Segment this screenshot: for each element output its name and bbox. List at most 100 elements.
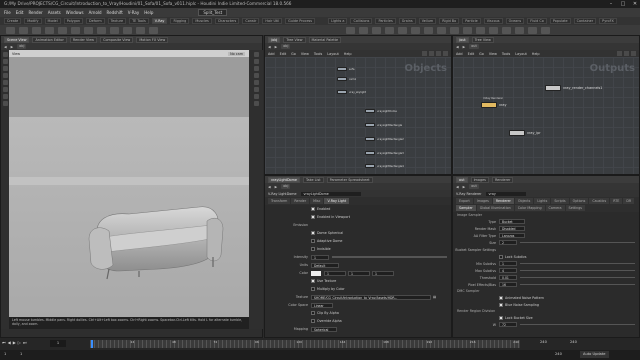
tab-images[interactable]: Images xyxy=(470,176,489,183)
tab-sampler[interactable]: Sampler xyxy=(456,205,476,211)
tab-out[interactable]: out xyxy=(456,176,468,183)
tab-settings[interactable]: Settings xyxy=(565,205,586,211)
grid-icon[interactable] xyxy=(253,80,259,85)
tab-tree-view[interactable]: Tree View xyxy=(283,36,306,43)
tab-scene-view[interactable]: Scene View xyxy=(4,36,30,43)
adaptive-dome-checkbox[interactable] xyxy=(311,239,315,243)
shelf-tab-te-tools[interactable]: TE Tools xyxy=(129,18,149,24)
back-icon[interactable]: ◀ xyxy=(268,185,271,189)
filter-size-field[interactable]: 2 xyxy=(499,240,517,245)
maximize-icon[interactable]: □ xyxy=(620,1,626,7)
shelf-tab-particles[interactable]: Particles xyxy=(375,18,396,24)
menu-add[interactable]: Add xyxy=(268,52,275,56)
color-b-field[interactable]: 1 xyxy=(372,270,394,276)
animated-noise-checkbox[interactable] xyxy=(499,295,503,300)
tab-images[interactable]: Images xyxy=(473,198,492,204)
node-name-field[interactable]: vrayLightDome xyxy=(300,191,361,196)
path-chip-out[interactable]: out xyxy=(469,44,479,49)
shelf-tool-icon[interactable] xyxy=(489,26,498,34)
shelf-tool-icon[interactable] xyxy=(136,26,145,34)
shelf-tab-container[interactable]: Container xyxy=(573,18,597,24)
threshold-field[interactable]: 0.01 xyxy=(499,275,517,280)
menu-layout[interactable]: Layout xyxy=(327,52,339,56)
select-tool-icon[interactable] xyxy=(2,52,8,57)
shelf-tool-icon[interactable] xyxy=(372,26,381,34)
shelf-tool-icon[interactable] xyxy=(84,26,93,34)
file-chooser-icon[interactable]: ▤ xyxy=(433,295,436,299)
toolbar-icon[interactable] xyxy=(429,51,434,56)
forward-icon[interactable]: ▶ xyxy=(275,185,278,189)
node-vray[interactable]: vray xyxy=(481,102,507,108)
blue-noise-checkbox[interactable] xyxy=(499,302,503,307)
shelf-tab-grains[interactable]: Grains xyxy=(398,18,416,24)
timeline-ruler[interactable]: 1 24 48 72 96 120 144 168 192 216 240 xyxy=(90,340,520,348)
lock-bucket-size-checkbox[interactable] xyxy=(499,315,503,320)
color-r-field[interactable]: 1 xyxy=(324,270,346,276)
view-tool-icon[interactable] xyxy=(2,94,8,99)
forward-icon[interactable]: ▶ xyxy=(463,185,466,189)
threshold-slider[interactable] xyxy=(520,276,635,279)
tab-parameter-spreadsheet[interactable]: Parameter Spreadsheet xyxy=(326,176,373,183)
min-subdivs-slider[interactable] xyxy=(520,262,635,265)
tab-export[interactable]: Export xyxy=(456,198,473,204)
clip-by-alpha-checkbox[interactable] xyxy=(311,311,315,315)
intensity-slider[interactable] xyxy=(332,256,447,258)
shading-icon[interactable] xyxy=(253,66,259,71)
tab-animation-editor[interactable]: Animation Editor xyxy=(32,36,67,43)
sampler-type-dropdown[interactable]: Bucket xyxy=(499,219,525,224)
3d-viewport[interactable]: View No cam xyxy=(9,50,249,317)
camera-icon[interactable] xyxy=(253,94,259,99)
shelf-tab-rigid-bodies[interactable]: Rigid Bo xyxy=(439,18,460,24)
tab-scripts[interactable]: Scripts xyxy=(551,198,569,204)
tab-render-view[interactable]: Render View xyxy=(69,36,98,43)
close-icon[interactable]: ✕ xyxy=(632,1,638,7)
node-vray-render-channels1[interactable]: vray_render_channels1 xyxy=(545,85,602,91)
tab-material-palette[interactable]: Material Palette xyxy=(308,36,342,43)
tab-transform[interactable]: Transform xyxy=(268,198,291,204)
node-vraylightrectangle2[interactable]: vrayLightRectangle2 xyxy=(365,137,404,141)
shelf-tab-vray[interactable]: V-Ray xyxy=(151,18,168,24)
toolbar-icon[interactable] xyxy=(436,51,441,56)
menu-arnold[interactable]: Arnold xyxy=(89,10,102,15)
shelf-tab-muscles[interactable]: Muscles xyxy=(192,18,212,24)
menu-assets[interactable]: Assets xyxy=(48,10,61,15)
shelf-tool-icon[interactable] xyxy=(359,26,368,34)
tab-composite-view[interactable]: Composite View xyxy=(100,36,134,43)
shelf-tool-icon[interactable] xyxy=(437,26,446,34)
shelf-tool-icon[interactable] xyxy=(123,26,132,34)
invisible-checkbox[interactable] xyxy=(311,247,315,251)
tab-options[interactable]: Options xyxy=(569,198,589,204)
color-g-field[interactable]: 1 xyxy=(348,270,370,276)
shelf-tab-lights[interactable]: Lights a xyxy=(328,18,348,24)
texture-path-field[interactable]: $HOME/CG_Circuit/Introduction_to_Vray/As… xyxy=(311,294,431,300)
menu-redshift[interactable]: Redshift xyxy=(107,10,123,15)
multiply-by-color-checkbox[interactable] xyxy=(311,287,315,291)
auto-update-button[interactable]: Auto Update xyxy=(580,351,609,358)
menu-edit[interactable]: Edit xyxy=(16,10,24,15)
play-icon[interactable]: ▶ xyxy=(13,340,16,345)
enabled-checkbox[interactable] xyxy=(311,207,315,211)
tab-renderer[interactable]: Renderer xyxy=(491,176,514,183)
jump-end-icon[interactable]: ⏭ xyxy=(23,340,27,345)
snap-icon[interactable] xyxy=(253,87,259,92)
menu-view[interactable]: View xyxy=(489,52,497,56)
toolbar-icon[interactable] xyxy=(631,51,636,56)
shelf-tool-icon[interactable] xyxy=(515,26,524,34)
bucket-width-field[interactable]: 72 xyxy=(499,322,517,327)
tab-color-mapping[interactable]: Color Mapping xyxy=(514,205,545,211)
tab-tree-view[interactable]: Tree View xyxy=(471,36,494,43)
menu-help[interactable]: Help xyxy=(344,52,352,56)
menu-tools[interactable]: Tools xyxy=(314,52,322,56)
tab-dr[interactable]: DR xyxy=(623,198,635,204)
path-chip-obj[interactable]: obj xyxy=(281,44,291,49)
tab-objects[interactable]: Objects xyxy=(514,198,534,204)
menu-add[interactable]: Add xyxy=(456,52,463,56)
mapping-dropdown[interactable]: Spherical xyxy=(311,326,337,332)
menu-view[interactable]: View xyxy=(301,52,309,56)
step-back-icon[interactable]: ◀ xyxy=(8,340,11,345)
menu-edit[interactable]: Edit xyxy=(468,52,475,56)
tab-out[interactable]: /out xyxy=(456,36,469,43)
toolbar-icon[interactable] xyxy=(624,51,629,56)
shelf-tool-icon[interactable] xyxy=(528,26,537,34)
forward-icon[interactable]: ▶ xyxy=(11,45,14,49)
